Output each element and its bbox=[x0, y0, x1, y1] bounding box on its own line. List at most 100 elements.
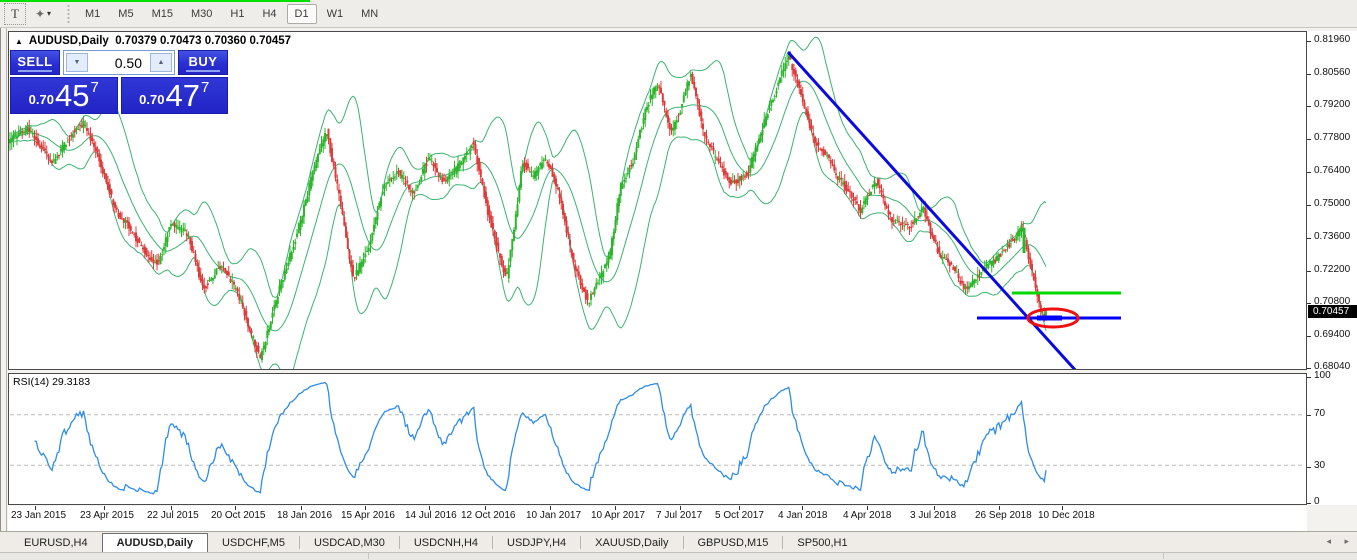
current-price-label: 0.70457 bbox=[1308, 305, 1357, 318]
chart-tab-usdjpy-h4[interactable]: USDJPY,H4 bbox=[493, 534, 580, 552]
price-axis[interactable]: 0.81960 0.80560 0.79200 0.77800 0.76400 0.750… bbox=[1307, 31, 1357, 505]
collapse-triangle-icon[interactable]: ▲ bbox=[15, 37, 23, 46]
chart-symbol-period: AUDUSD,Daily 0.70379 0.70473 0.70360 0.7… bbox=[29, 35, 291, 47]
price-tick bbox=[1307, 74, 1311, 75]
chart-tab-xauusd-daily[interactable]: XAUUSD,Daily bbox=[581, 534, 682, 552]
status-divider bbox=[368, 552, 369, 559]
date-label: 22 Jul 2015 bbox=[147, 510, 199, 521]
buy-underline bbox=[186, 70, 220, 72]
price-tick bbox=[1307, 238, 1311, 239]
price-label: 0.73600 bbox=[1314, 231, 1350, 242]
chart-tab-bar: EURUSD,H4AUDUSD,DailyUSDCHF,M5USDCAD,M30… bbox=[0, 531, 1357, 552]
rsi-chart bbox=[9, 374, 1306, 504]
timeframe-button-w1[interactable]: W1 bbox=[319, 4, 352, 24]
volume-input[interactable]: 0.50 bbox=[90, 53, 148, 72]
sell-button[interactable]: SELL bbox=[10, 50, 60, 75]
date-label: 7 Jul 2017 bbox=[656, 510, 702, 521]
rsi-indicator-pane[interactable]: RSI(14) 29.3183 bbox=[8, 373, 1307, 505]
price-tick bbox=[1307, 139, 1311, 140]
price-label: 0.76400 bbox=[1314, 165, 1350, 176]
rsi-level-tick bbox=[1307, 377, 1311, 378]
volume-stepper: ▼ 0.50 ▲ bbox=[63, 50, 175, 75]
sell-underline bbox=[18, 70, 52, 72]
volume-increase-button[interactable]: ▲ bbox=[150, 53, 172, 72]
tab-scroll-right-icon[interactable]: ▸ bbox=[1344, 536, 1349, 547]
price-tick bbox=[1307, 368, 1311, 369]
date-label: 23 Jan 2015 bbox=[11, 510, 66, 521]
chevron-down-icon: ▾ bbox=[47, 9, 51, 18]
timeframe-button-m5[interactable]: M5 bbox=[110, 4, 141, 24]
price-tick bbox=[1307, 336, 1311, 337]
timeframe-button-m30[interactable]: M30 bbox=[183, 4, 220, 24]
price-tick bbox=[1307, 172, 1311, 173]
timeframe-button-m15[interactable]: M15 bbox=[144, 4, 181, 24]
window-left-border bbox=[0, 28, 1, 552]
date-label: 14 Jul 2016 bbox=[405, 510, 457, 521]
chart-tab-usdcnh-h4[interactable]: USDCNH,H4 bbox=[400, 534, 492, 552]
price-tick bbox=[1307, 106, 1311, 107]
chart-title: ▲ AUDUSD,Daily 0.70379 0.70473 0.70360 0… bbox=[15, 35, 291, 47]
price-label: 0.80560 bbox=[1314, 67, 1350, 78]
text-label-tool-button[interactable]: T bbox=[4, 3, 26, 25]
date-label: 4 Apr 2018 bbox=[843, 510, 891, 521]
rsi-level-label: 70 bbox=[1314, 408, 1325, 419]
toolbar-separator bbox=[66, 5, 71, 23]
rsi-level-tick bbox=[1307, 503, 1311, 504]
top-toolbar: T ✦ ▾ M1M5M15M30H1H4D1W1MN bbox=[0, 0, 1357, 28]
rsi-level-label: 100 bbox=[1314, 370, 1331, 381]
rsi-level-label: 0 bbox=[1314, 496, 1320, 507]
date-label: 10 Dec 2018 bbox=[1038, 510, 1095, 521]
chart-tab-eurusd-h4[interactable]: EURUSD,H4 bbox=[10, 534, 102, 552]
volume-decrease-button[interactable]: ▼ bbox=[66, 53, 88, 72]
timeframe-button-h1[interactable]: H1 bbox=[222, 4, 252, 24]
price-tick bbox=[1307, 303, 1311, 304]
price-tick bbox=[1307, 41, 1311, 42]
chart-tab-sp500-h1[interactable]: SP500,H1 bbox=[783, 534, 861, 552]
chart-tab-usdchf-m5[interactable]: USDCHF,M5 bbox=[208, 534, 299, 552]
chart-ohlc-values: 0.70379 0.70473 0.70360 0.70457 bbox=[115, 35, 291, 47]
date-label: 12 Oct 2016 bbox=[461, 510, 515, 521]
date-label: 10 Jan 2017 bbox=[526, 510, 581, 521]
status-divider bbox=[1163, 552, 1164, 559]
date-label: 15 Apr 2016 bbox=[341, 510, 395, 521]
date-label: 3 Jul 2018 bbox=[910, 510, 956, 521]
price-label: 0.81960 bbox=[1314, 34, 1350, 45]
price-tick bbox=[1307, 271, 1311, 272]
timeframe-button-group: M1M5M15M30H1H4D1W1MN bbox=[77, 4, 386, 24]
date-label: 4 Jan 2018 bbox=[778, 510, 828, 521]
metatrader-window: T ✦ ▾ M1M5M15M30H1H4D1W1MN ▲ AUDUSD,Dail… bbox=[0, 0, 1357, 559]
rsi-line bbox=[35, 383, 1047, 494]
price-label: 0.72200 bbox=[1314, 264, 1350, 275]
chart-tab-usdcad-m30[interactable]: USDCAD,M30 bbox=[300, 534, 399, 552]
price-label: 0.79200 bbox=[1314, 99, 1350, 110]
sell-price-display[interactable]: 0.70457 bbox=[10, 77, 118, 114]
arrows-tool-button[interactable]: ✦ ▾ bbox=[30, 4, 56, 24]
timeframe-button-m1[interactable]: M1 bbox=[77, 4, 108, 24]
rsi-level-tick bbox=[1307, 467, 1311, 468]
window-top-accent bbox=[0, 0, 310, 2]
date-label: 26 Sep 2018 bbox=[975, 510, 1032, 521]
date-label: 5 Oct 2017 bbox=[715, 510, 764, 521]
tab-scroll-left-icon[interactable]: ◂ bbox=[1326, 536, 1331, 547]
arrows-icon: ✦ bbox=[35, 7, 45, 21]
buy-button[interactable]: BUY bbox=[178, 50, 228, 75]
chart-tab-gbpusd-m15[interactable]: GBPUSD,M15 bbox=[684, 534, 783, 552]
rsi-label: RSI(14) 29.3183 bbox=[13, 376, 90, 388]
price-label: 0.69400 bbox=[1314, 329, 1350, 340]
timeframe-button-h4[interactable]: H4 bbox=[254, 4, 284, 24]
rsi-level-label: 30 bbox=[1314, 460, 1325, 471]
timeframe-button-d1[interactable]: D1 bbox=[287, 4, 317, 24]
date-label: 10 Apr 2017 bbox=[591, 510, 645, 521]
buy-price-display[interactable]: 0.70477 bbox=[121, 77, 229, 114]
timeframe-button-mn[interactable]: MN bbox=[353, 4, 386, 24]
date-label: 18 Jan 2016 bbox=[277, 510, 332, 521]
price-label: 0.75000 bbox=[1314, 198, 1350, 209]
date-label: 23 Apr 2015 bbox=[80, 510, 134, 521]
price-label: 0.77800 bbox=[1314, 132, 1350, 143]
window-left-inner-border bbox=[6, 28, 7, 552]
rsi-level-tick bbox=[1307, 415, 1311, 416]
chart-tab-audusd-daily[interactable]: AUDUSD,Daily bbox=[102, 533, 208, 552]
price-tick bbox=[1307, 205, 1311, 206]
date-axis[interactable]: 23 Jan 201523 Apr 201522 Jul 201520 Oct … bbox=[8, 506, 1307, 531]
annotation-trendline[interactable] bbox=[788, 52, 1077, 369]
